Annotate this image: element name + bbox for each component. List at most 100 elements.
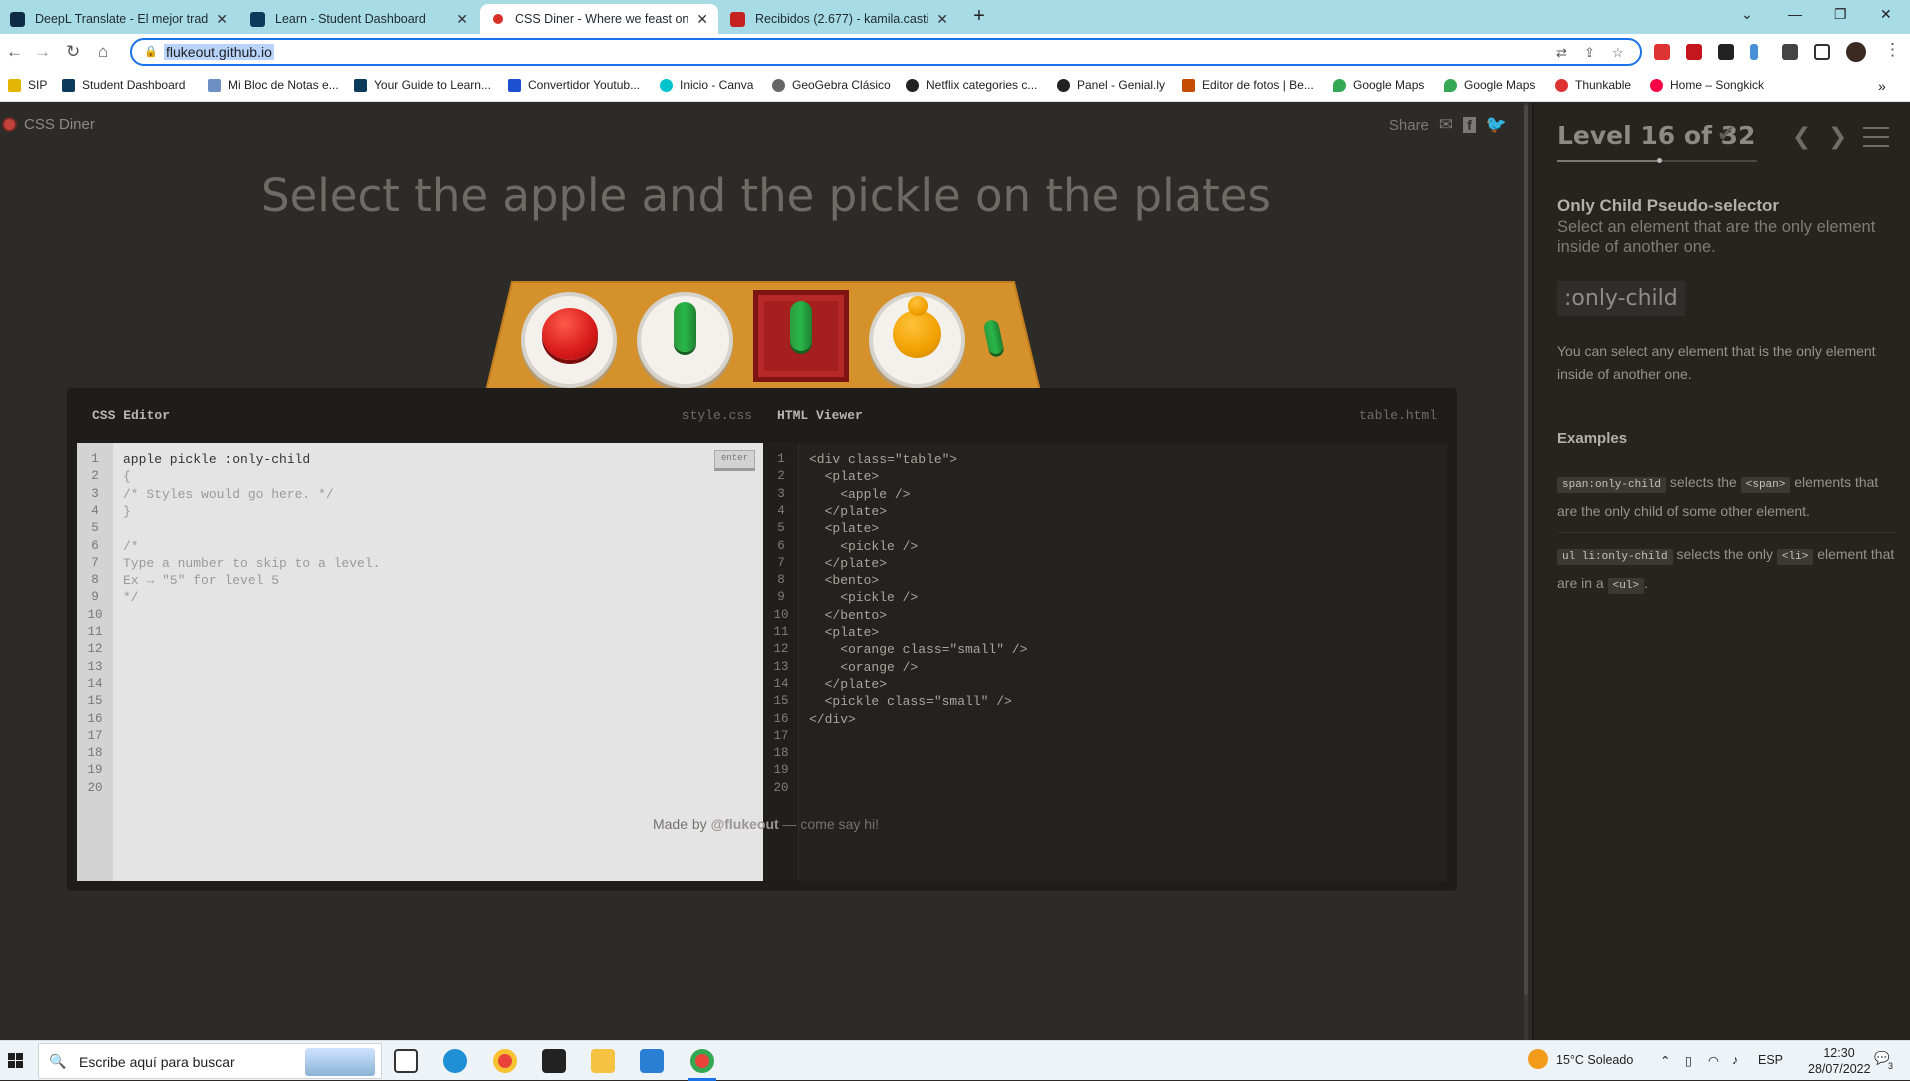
maximize-button[interactable]: ❐ <box>1834 6 1847 23</box>
language-indicator[interactable]: ESP <box>1758 1053 1783 1067</box>
extension-s-icon[interactable] <box>1718 44 1734 60</box>
task-view-icon[interactable] <box>394 1049 418 1073</box>
bookmark-star-icon[interactable]: ☆ <box>1612 45 1624 61</box>
scrollbar-thumb[interactable] <box>1524 105 1528 995</box>
vscode-icon[interactable] <box>640 1049 664 1073</box>
more-bookmarks-icon[interactable]: » <box>1878 78 1886 94</box>
bookmark-item[interactable]: Panel - Genial.ly <box>1057 78 1165 92</box>
weather-sun-icon[interactable] <box>1528 1049 1548 1069</box>
close-window-button[interactable]: ✕ <box>1880 6 1892 23</box>
bookmark-item[interactable]: Google Maps <box>1333 78 1424 92</box>
line-number: 7 <box>777 555 785 570</box>
example-code: <ul> <box>1607 578 1644 594</box>
volume-icon[interactable]: ♪ <box>1732 1053 1738 1067</box>
plate[interactable] <box>521 292 617 388</box>
close-tab-icon[interactable]: ✕ <box>456 11 468 28</box>
side-panel-icon[interactable] <box>1814 44 1830 60</box>
bookmark-item[interactable]: Your Guide to Learn... <box>354 78 491 92</box>
tab-title: Recibidos (2.677) - kamila.castillo <box>755 12 929 26</box>
bookmark-item[interactable]: Home – Songkick <box>1650 78 1764 92</box>
home-icon[interactable]: ⌂ <box>98 42 108 62</box>
bookmark-item[interactable]: Netflix categories c... <box>906 78 1037 92</box>
extension-pdf-icon[interactable] <box>1686 44 1702 60</box>
notification-count: 3 <box>1888 1061 1894 1071</box>
battery-icon[interactable]: ▯ <box>1685 1053 1692 1068</box>
bento[interactable] <box>753 290 849 382</box>
new-tab-button[interactable]: + <box>967 5 991 28</box>
close-tab-icon[interactable]: ✕ <box>216 11 228 28</box>
extensions-puzzle-icon[interactable] <box>1782 44 1798 60</box>
plate[interactable] <box>637 292 733 388</box>
html-viewer-header: HTML Viewer table.html <box>777 388 1437 443</box>
bookmark-item[interactable]: SIP <box>8 78 47 92</box>
level-menu-icon[interactable] <box>1863 127 1889 154</box>
bookmark-item[interactable]: Mi Bloc de Notas e... <box>208 78 339 92</box>
enter-button[interactable]: enter <box>714 450 755 471</box>
tab-search-icon[interactable]: ⌄ <box>1741 6 1753 23</box>
previous-level-icon[interactable]: ❮ <box>1792 123 1811 150</box>
checkmark-icon: ✔ <box>1717 121 1736 146</box>
close-tab-icon[interactable]: ✕ <box>696 11 708 28</box>
selector-name: Only Child Pseudo-selector <box>1557 196 1779 215</box>
bookmark-item[interactable]: Student Dashboard <box>62 78 185 92</box>
bookmark-item[interactable]: Google Maps <box>1444 78 1535 92</box>
share-page-icon[interactable]: ⇪ <box>1584 45 1595 61</box>
reload-icon[interactable]: ↻ <box>66 42 80 62</box>
line-number: 18 <box>773 746 789 761</box>
twitter-icon[interactable]: 🐦 <box>1486 115 1507 135</box>
line-number: 10 <box>773 607 789 622</box>
pickle[interactable] <box>674 302 696 352</box>
address-bar[interactable]: 🔒 flukeout.github.io ⇄ ⇪ ☆ <box>130 38 1642 66</box>
weather-text[interactable]: 15°C Soleado <box>1556 1053 1633 1067</box>
browser-tab-active[interactable]: CSS Diner - Where we feast on C ✕ <box>480 4 718 34</box>
bookmark-item[interactable]: Convertidor Youtub... <box>508 78 640 92</box>
edge-icon[interactable] <box>443 1049 467 1073</box>
tray-chevron-icon[interactable]: ⌃ <box>1660 1053 1670 1068</box>
chrome-icon[interactable] <box>493 1049 517 1073</box>
line-number: 12 <box>87 642 103 657</box>
line-number: 9 <box>91 590 99 605</box>
bookmark-item[interactable]: GeoGebra Clásico <box>772 78 891 92</box>
chrome-active-icon[interactable] <box>690 1049 714 1073</box>
html-code-line: <apple /> <box>809 486 911 502</box>
deepl-favicon-icon <box>10 11 25 27</box>
terminal-icon[interactable] <box>542 1049 566 1073</box>
facebook-icon[interactable]: f <box>1463 117 1476 133</box>
line-number: 1 <box>777 452 785 466</box>
minimize-button[interactable]: — <box>1788 6 1802 22</box>
author-link[interactable]: @flukeout <box>711 816 779 832</box>
extension-tp-icon[interactable] <box>1654 44 1670 60</box>
plate[interactable] <box>869 292 965 388</box>
next-level-icon[interactable]: ❯ <box>1828 123 1847 150</box>
extension-drop-icon[interactable] <box>1750 44 1758 60</box>
bookmark-item[interactable]: Editor de fotos | Be... <box>1182 78 1314 92</box>
apple[interactable] <box>542 308 598 360</box>
clock[interactable]: 12:30 28/07/2022 <box>1808 1045 1871 1077</box>
profile-avatar[interactable] <box>1846 42 1866 62</box>
browser-menu-icon[interactable]: ⋮ <box>1884 40 1901 60</box>
logo[interactable]: CSS Diner <box>2 116 95 133</box>
wifi-icon[interactable]: ◠ <box>1708 1053 1719 1068</box>
url-text[interactable]: flukeout.github.io <box>164 44 274 60</box>
back-icon[interactable]: ← <box>6 42 23 62</box>
html-code-line: </div> <box>809 711 856 727</box>
browser-tab[interactable]: Recibidos (2.677) - kamila.castillo ✕ <box>720 4 958 34</box>
css-input-line[interactable]: apple pickle :only-child <box>123 452 310 467</box>
windows-start-icon[interactable] <box>8 1053 23 1068</box>
bookmark-favicon-icon <box>354 78 367 92</box>
close-tab-icon[interactable]: ✕ <box>936 11 948 28</box>
html-code-line: <plate> <box>809 625 880 640</box>
email-icon[interactable]: ✉ <box>1439 115 1453 135</box>
translate-icon[interactable]: ⇄ <box>1556 45 1567 61</box>
browser-tab[interactable]: Learn - Student Dashboard ✕ <box>240 4 478 34</box>
orange-small[interactable] <box>908 296 928 316</box>
forward-icon[interactable]: → <box>34 42 51 62</box>
file-explorer-icon[interactable] <box>591 1049 615 1073</box>
taskbar-search[interactable]: 🔍 Escribe aquí para buscar <box>38 1043 382 1079</box>
bookmark-item[interactable]: Inicio - Canva <box>660 78 753 92</box>
browser-tab[interactable]: DeepL Translate - El mejor traduc ✕ <box>0 4 238 34</box>
orange[interactable] <box>893 310 941 358</box>
html-code-line: <pickle /> <box>809 538 919 554</box>
pickle[interactable] <box>790 301 812 351</box>
bookmark-item[interactable]: Thunkable <box>1555 78 1631 92</box>
